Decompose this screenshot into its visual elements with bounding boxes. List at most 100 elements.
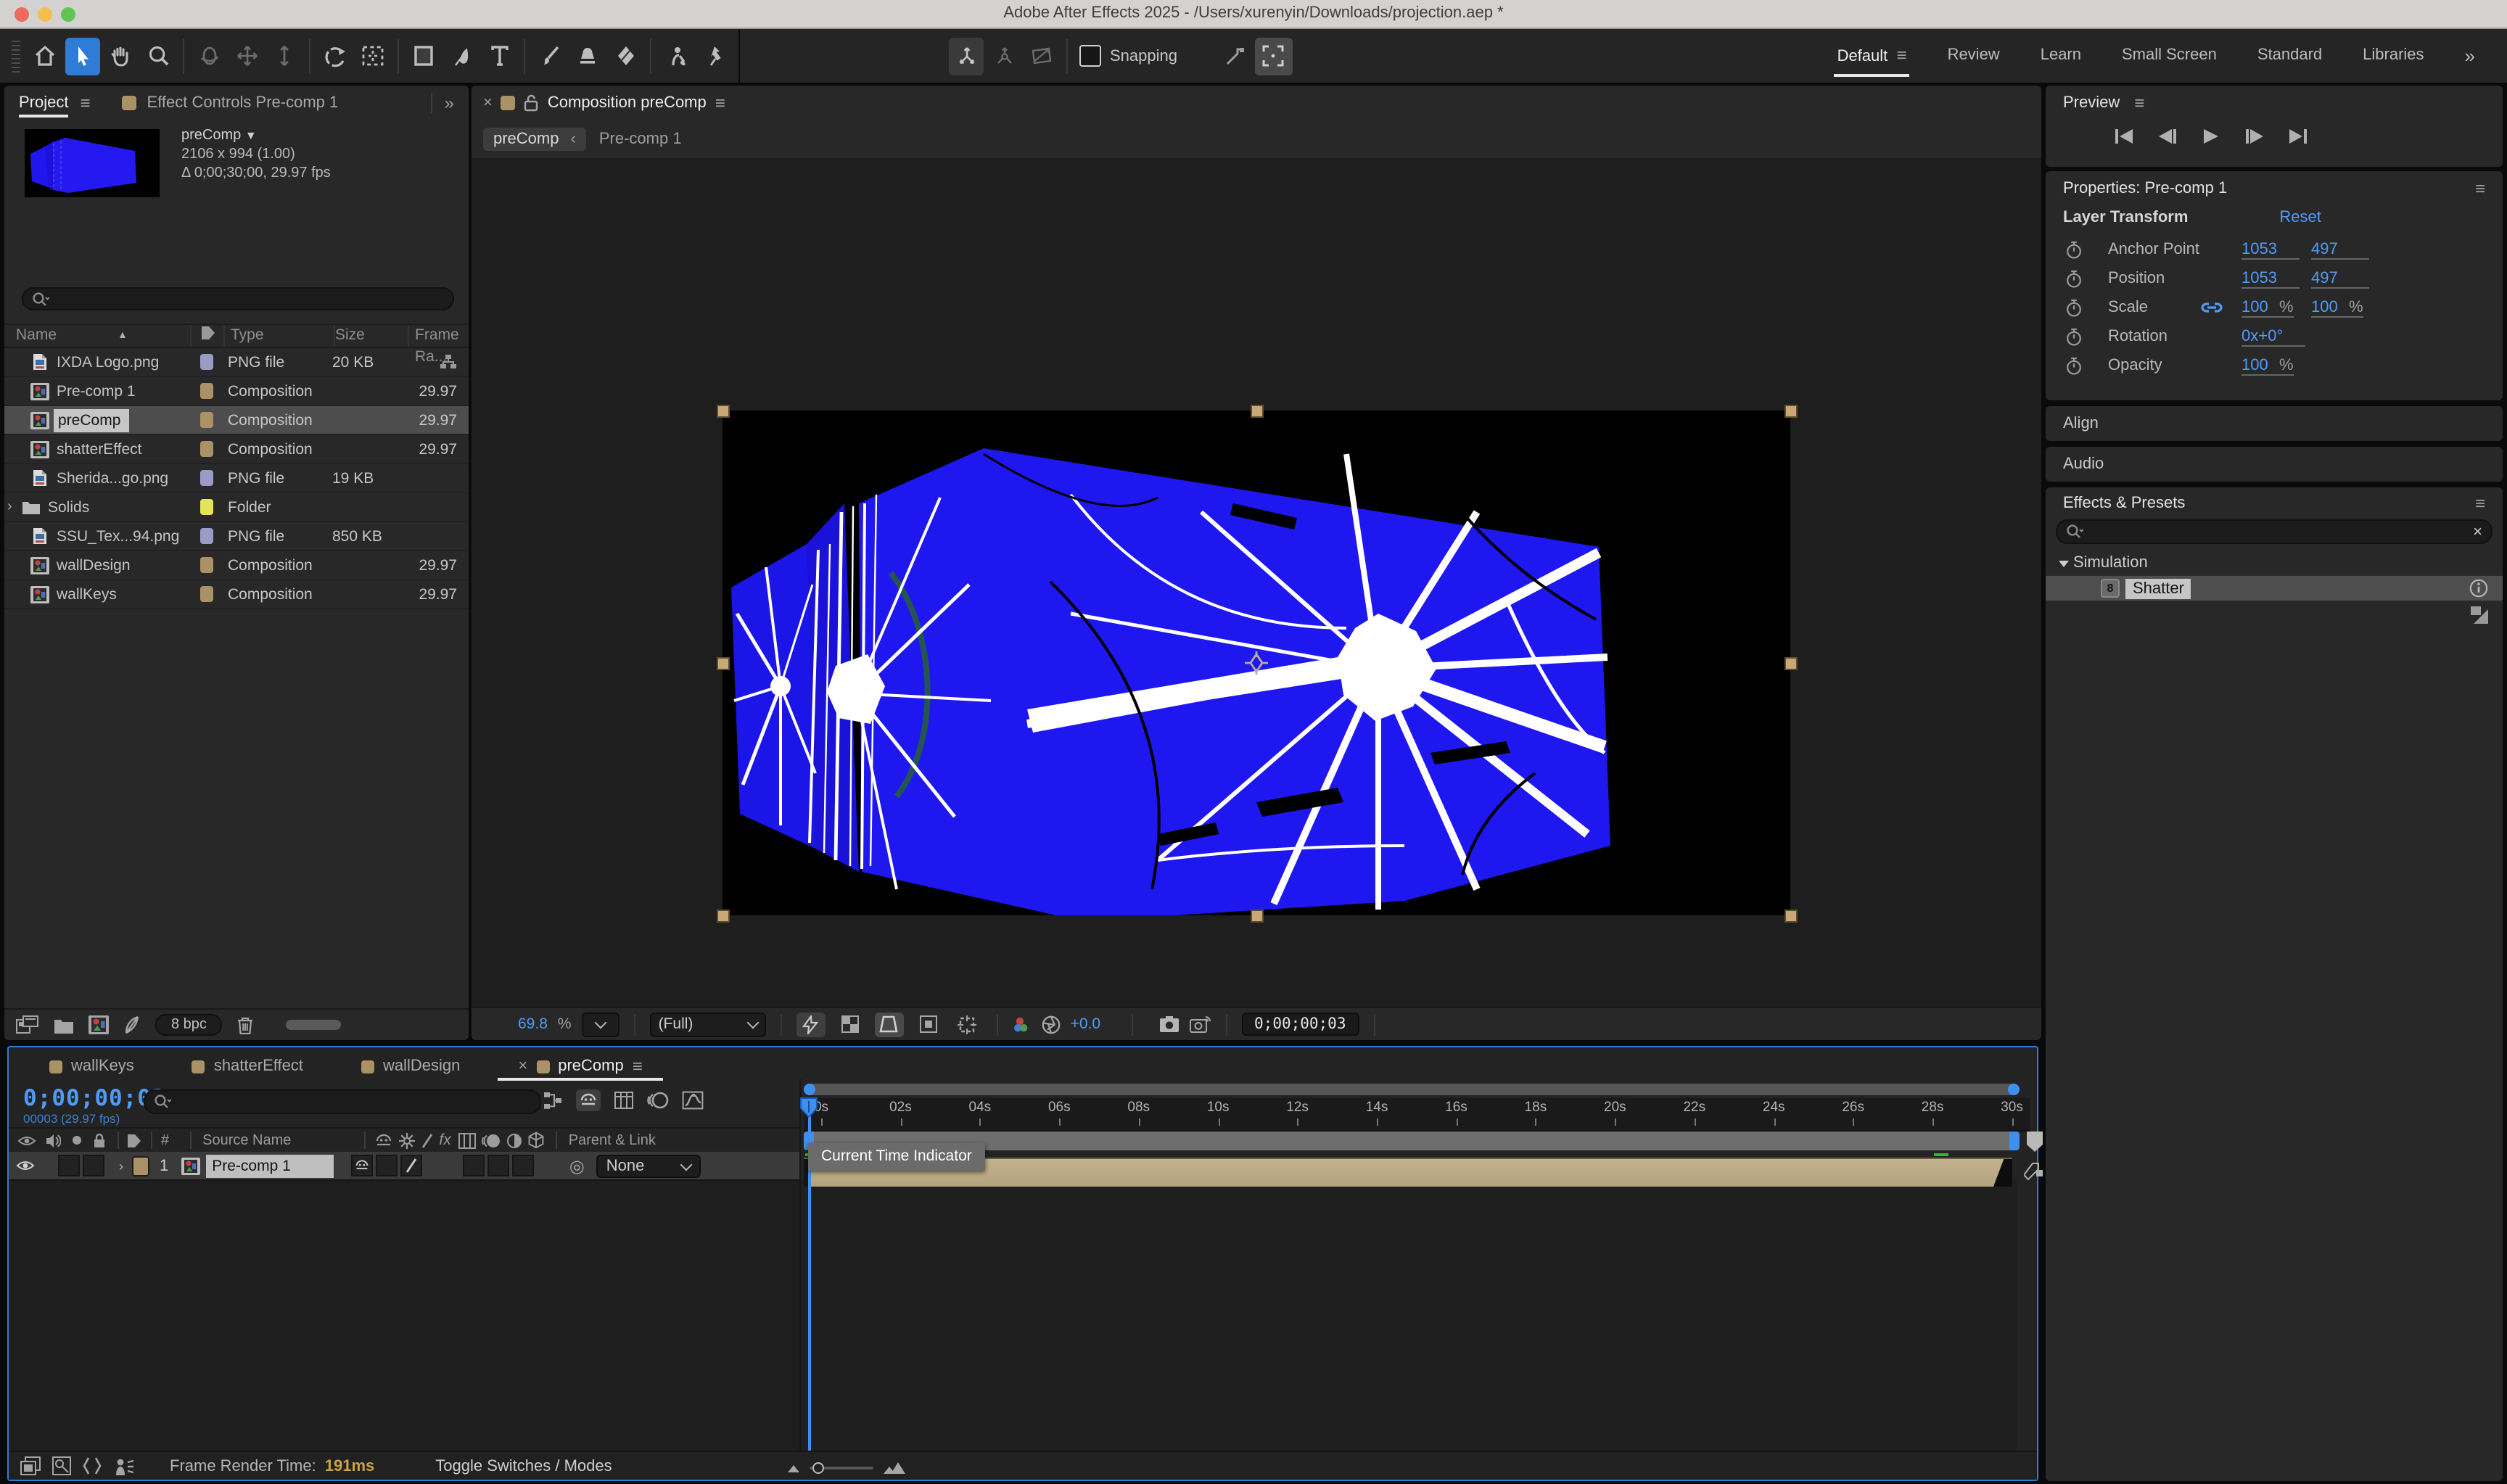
layer-row[interactable]: › 1 Pre-comp 1 ◎ None (9, 1152, 799, 1179)
anchor-point-icon[interactable] (1245, 651, 1268, 675)
frame-blend-switch-icon[interactable] (458, 1132, 476, 1148)
workspace-standard[interactable]: Standard (2237, 29, 2342, 83)
comp-marker-bin-icon[interactable] (2025, 1131, 2044, 1153)
reset-link[interactable]: Reset (2279, 209, 2321, 226)
table-row-selected[interactable]: preComp Composition 29.97 (4, 406, 469, 435)
work-area-end-handle[interactable] (2009, 1131, 2020, 1150)
selection-handle[interactable] (717, 657, 730, 670)
render-time-pane-icon[interactable] (113, 1457, 135, 1475)
rotation-value[interactable]: 0x+0° (2242, 327, 2305, 346)
toggle-switches-modes-button[interactable]: Toggle Switches / Modes (435, 1457, 612, 1475)
selection-handle[interactable] (717, 405, 730, 418)
solo-column-icon[interactable] (71, 1134, 83, 1146)
workspace-overflow-icon[interactable]: » (2445, 29, 2495, 83)
parent-link-column[interactable]: Parent & Link (569, 1132, 656, 1148)
maximize-window-button[interactable] (61, 7, 75, 21)
workspace-menu-icon[interactable]: ≡ (1897, 45, 1907, 65)
column-size[interactable]: Size (334, 325, 408, 347)
label-color-chip[interactable] (199, 412, 213, 428)
anchor-y-value[interactable]: 497 (2311, 240, 2369, 259)
project-search-input[interactable] (22, 287, 454, 310)
interpret-footage-icon[interactable] (16, 1015, 39, 1034)
project-panel-menu-icon[interactable]: ≡ (81, 92, 91, 112)
exposure-icon[interactable] (1042, 1015, 1061, 1034)
stopwatch-icon[interactable] (2066, 327, 2085, 346)
panel-overflow-icon[interactable]: » (445, 92, 454, 112)
link-scale-icon[interactable] (2201, 300, 2242, 315)
effects-category-simulation[interactable]: Simulation (2057, 554, 2148, 572)
audio-column-icon[interactable] (45, 1132, 61, 1148)
workspace-libraries[interactable]: Libraries (2342, 29, 2444, 83)
puppet-pin-tool-icon[interactable] (696, 37, 731, 75)
selection-handle[interactable] (1784, 657, 1798, 670)
dolly-camera-tool-icon[interactable] (267, 37, 302, 75)
in-out-panes-icon[interactable] (83, 1456, 102, 1475)
label-column-icon[interactable] (126, 1132, 142, 1148)
transfer-controls-icon[interactable] (52, 1456, 71, 1475)
camera-frame-tool-icon[interactable] (355, 37, 390, 75)
zoom-slider-knob[interactable] (812, 1462, 824, 1473)
trash-icon[interactable] (237, 1015, 255, 1034)
stopwatch-icon[interactable] (2066, 269, 2085, 288)
twirl-icon[interactable]: › (7, 499, 20, 515)
selection-handle[interactable] (1784, 405, 1798, 418)
timeline-tab-precomp[interactable]: ×preComp≡ (518, 1056, 642, 1076)
table-row[interactable]: wallKeys Composition 29.97 (4, 580, 469, 609)
graph-editor-icon[interactable] (682, 1091, 704, 1110)
new-panel-corner-icon[interactable] (2471, 606, 2491, 625)
snapping-checkbox[interactable] (1079, 45, 1101, 67)
workspace-review[interactable]: Review (1927, 29, 2020, 83)
anchor-x-value[interactable]: 1053 (2242, 240, 2300, 259)
label-color-chip[interactable] (199, 354, 213, 370)
layer-frame-blend-switch[interactable] (464, 1155, 485, 1176)
workspace-small-screen[interactable]: Small Screen (2101, 29, 2237, 83)
mask-feather-snap-icon[interactable] (1254, 37, 1292, 75)
rotation-label[interactable]: Rotation (2108, 328, 2242, 345)
table-row[interactable]: Sherida...go.png PNG file 19 KB (4, 464, 469, 493)
workspace-default[interactable]: Default ≡ (1817, 29, 1927, 83)
minimize-window-button[interactable] (38, 7, 52, 21)
composition-viewer[interactable] (472, 158, 2041, 1007)
pen-tool-icon[interactable] (444, 37, 479, 75)
world-axis-mode-icon[interactable] (987, 37, 1021, 75)
zoom-in-mountain-icon[interactable] (882, 1461, 905, 1475)
zoom-tool-icon[interactable] (141, 37, 176, 75)
snap-to-edges-icon[interactable] (1217, 37, 1251, 75)
work-area-bar[interactable] (804, 1131, 2020, 1150)
lock-open-icon[interactable] (524, 94, 539, 111)
orbit-camera-tool-icon[interactable] (192, 37, 226, 75)
clone-stamp-tool-icon[interactable] (570, 37, 605, 75)
3d-layer-switch-icon[interactable] (528, 1131, 544, 1149)
resolution-dropdown[interactable]: (Full) (650, 1012, 766, 1036)
stopwatch-icon[interactable] (2066, 298, 2085, 317)
number-column[interactable]: # (161, 1132, 169, 1148)
scale-y-value[interactable]: 100 (2311, 298, 2349, 317)
timeline-tab-shattereffect[interactable]: shatterEffect (192, 1058, 303, 1075)
play-icon[interactable] (2197, 123, 2226, 149)
stopwatch-icon[interactable] (2066, 240, 2085, 259)
frame-blending-icon[interactable] (614, 1091, 634, 1110)
time-navigator[interactable] (804, 1084, 2020, 1095)
view-axis-mode-icon[interactable] (1024, 37, 1059, 75)
effects-menu-icon[interactable]: ≡ (2475, 493, 2485, 514)
flyout-caret-icon[interactable]: ▼ (245, 129, 257, 142)
column-label-icon[interactable] (190, 325, 223, 347)
fast-previews-icon[interactable] (796, 1012, 826, 1036)
parent-dropdown[interactable]: None (596, 1154, 701, 1177)
magnification-dropdown[interactable] (582, 1012, 619, 1036)
new-composition-icon[interactable] (88, 1015, 109, 1034)
rectangle-tool-icon[interactable] (406, 37, 441, 75)
table-row[interactable]: shatterEffect Composition 29.97 (4, 435, 469, 464)
comp-marker-icon[interactable] (2024, 1161, 2044, 1181)
shy-layers-icon[interactable] (576, 1089, 601, 1111)
layer-twirl-icon[interactable]: › (119, 1158, 123, 1173)
roi-icon[interactable] (875, 1012, 904, 1036)
label-color-chip[interactable] (199, 470, 213, 486)
pickwhip-icon[interactable]: ◎ (569, 1155, 585, 1176)
preview-menu-icon[interactable]: ≡ (2134, 93, 2144, 113)
selection-handle[interactable] (717, 910, 730, 923)
info-icon[interactable] (2469, 579, 2488, 598)
time-ruler[interactable]: 0s02s04s06s08s10s12s14s16s18s20s22s24s26… (804, 1098, 2030, 1131)
tab-project[interactable]: Project (19, 94, 69, 111)
table-row[interactable]: ›Solids Folder (4, 493, 469, 522)
